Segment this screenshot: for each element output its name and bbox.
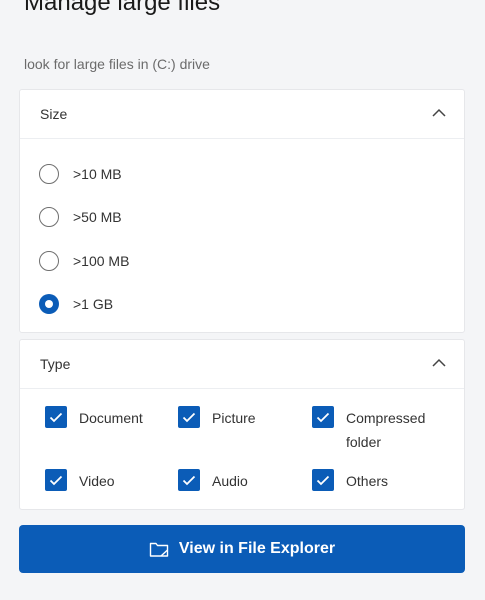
size-option-label: >100 MB [73, 253, 130, 269]
type-option-label-line2: folder [346, 434, 382, 450]
view-in-file-explorer-label: View in File Explorer [178, 540, 336, 557]
chevron-up-icon[interactable] [432, 108, 446, 118]
type-option-label: Audio [212, 473, 248, 489]
type-panel-title: Type [40, 356, 71, 372]
type-option-compressed-folder[interactable]: Compressed folder [312, 406, 425, 454]
checkmark-icon [49, 475, 63, 485]
checkmark-icon [316, 475, 330, 485]
size-option-label: >10 MB [73, 166, 122, 182]
size-option-50mb[interactable]: >50 MB [39, 205, 122, 229]
checkbox-checked[interactable] [45, 469, 67, 491]
chevron-up-icon[interactable] [432, 358, 446, 368]
type-option-video[interactable]: Video [45, 469, 115, 493]
file-explorer-icon [149, 542, 169, 557]
type-option-picture[interactable]: Picture [178, 406, 256, 430]
checkbox-checked[interactable] [178, 469, 200, 491]
radio-button[interactable] [39, 251, 59, 271]
size-panel-title: Size [40, 106, 68, 122]
checkbox-checked[interactable] [312, 406, 334, 428]
type-option-label: Others [346, 473, 389, 489]
size-option-10mb[interactable]: >10 MB [39, 162, 122, 186]
radio-button-selected[interactable] [39, 294, 59, 314]
type-option-audio[interactable]: Audio [178, 469, 248, 493]
page-title: Manage large files [24, 0, 221, 16]
type-option-others[interactable]: Others [312, 469, 388, 493]
checkbox-checked[interactable] [178, 406, 200, 428]
size-panel-header[interactable]: Size [20, 90, 464, 139]
type-option-label: Picture [212, 410, 256, 426]
size-option-label: >50 MB [73, 209, 122, 225]
size-filter-panel: Size >10 MB >50 MB >100 MB >1 GB [19, 89, 465, 333]
checkmark-icon [182, 412, 196, 422]
type-option-label: Compressed folder [346, 406, 425, 454]
type-option-label-line1: Compressed [346, 410, 426, 426]
type-filter-panel: Type Document Picture Compressed folder … [19, 339, 465, 510]
radio-button[interactable] [39, 207, 59, 227]
radio-button[interactable] [39, 164, 59, 184]
page-subtitle: look for large files in (C:) drive [24, 56, 210, 72]
checkbox-checked[interactable] [312, 469, 334, 491]
size-option-label: >1 GB [73, 296, 114, 312]
checkbox-checked[interactable] [45, 406, 67, 428]
view-in-file-explorer-button[interactable]: View in File Explorer [19, 525, 465, 573]
type-panel-header[interactable]: Type [20, 340, 464, 389]
checkmark-icon [49, 412, 63, 422]
type-option-document[interactable]: Document [45, 406, 143, 430]
size-option-100mb[interactable]: >100 MB [39, 249, 129, 273]
type-option-label: Document [79, 410, 143, 426]
checkmark-icon [316, 412, 330, 422]
size-option-1gb[interactable]: >1 GB [39, 292, 113, 316]
checkmark-icon [182, 475, 196, 485]
type-option-label: Video [79, 473, 115, 489]
